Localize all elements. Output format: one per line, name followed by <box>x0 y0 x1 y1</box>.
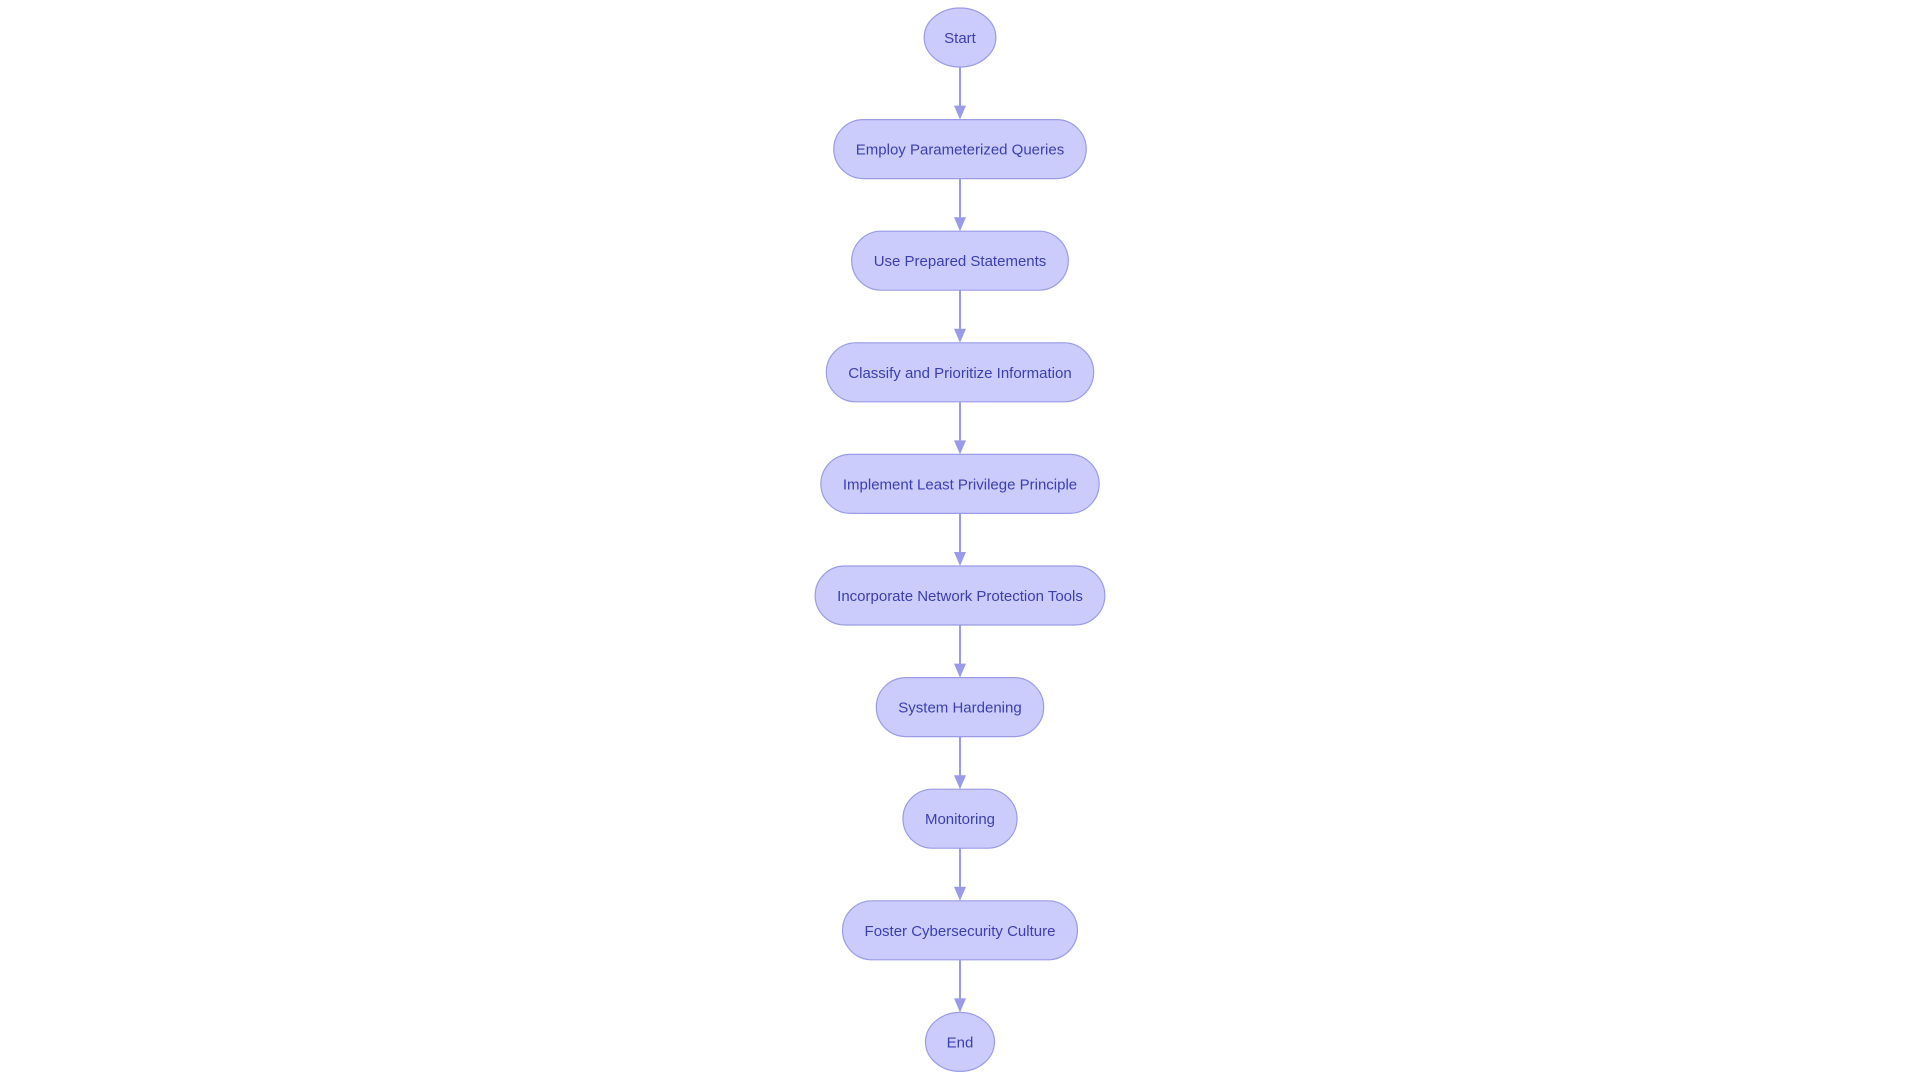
edge-monitoring-to-culture <box>954 848 966 901</box>
edge-classify-to-least <box>954 401 966 455</box>
flowchart: Start Employ Parameterized Queries Use Pre… <box>814 7 1106 1073</box>
edge-culture-to-end <box>954 959 966 1013</box>
node-prepared: Use Prepared Statements <box>851 230 1069 291</box>
node-hardening: System Hardening <box>875 676 1045 738</box>
node-label: Employ Parameterized Queries <box>856 142 1064 159</box>
edge-start-to-employ <box>954 67 966 120</box>
arrowhead-icon <box>954 998 966 1013</box>
edges-layer <box>954 67 966 1013</box>
node-end: End <box>924 1011 996 1073</box>
edge-prepared-to-classify <box>954 290 966 343</box>
node-label: End <box>947 1034 974 1051</box>
node-employ: Employ Parameterized Queries <box>833 118 1087 180</box>
arrowhead-icon <box>954 775 966 790</box>
node-least: Implement Least Privilege Principle <box>820 453 1100 514</box>
arrowhead-icon <box>954 886 966 901</box>
edge-least-to-network <box>954 513 966 566</box>
node-label: Use Prepared Statements <box>874 253 1047 270</box>
edge-network-to-hardening <box>954 625 966 678</box>
node-label: Foster Cybersecurity Culture <box>865 923 1056 940</box>
node-label: Classify and Prioritize Information <box>848 365 1071 382</box>
edge-hardening-to-monitoring <box>954 736 966 790</box>
node-classify: Classify and Prioritize Information <box>825 342 1095 403</box>
node-culture: Foster Cybersecurity Culture <box>841 900 1079 961</box>
arrowhead-icon <box>954 663 966 678</box>
node-start: Start <box>923 7 997 68</box>
node-label: Monitoring <box>925 811 995 828</box>
arrowhead-icon <box>954 328 966 343</box>
arrowhead-icon <box>954 105 966 120</box>
node-network: Incorporate Network Protection Tools <box>814 565 1106 626</box>
node-label: System Hardening <box>898 700 1021 717</box>
node-monitoring: Monitoring <box>902 788 1018 849</box>
node-label: Incorporate Network Protection Tools <box>837 588 1083 605</box>
edge-employ-to-prepared <box>954 178 966 232</box>
arrowhead-icon <box>954 440 966 455</box>
arrowhead-icon <box>954 217 966 232</box>
node-label: Start <box>944 30 977 47</box>
node-label: Implement Least Privilege Principle <box>843 476 1077 493</box>
arrowhead-icon <box>954 552 966 566</box>
